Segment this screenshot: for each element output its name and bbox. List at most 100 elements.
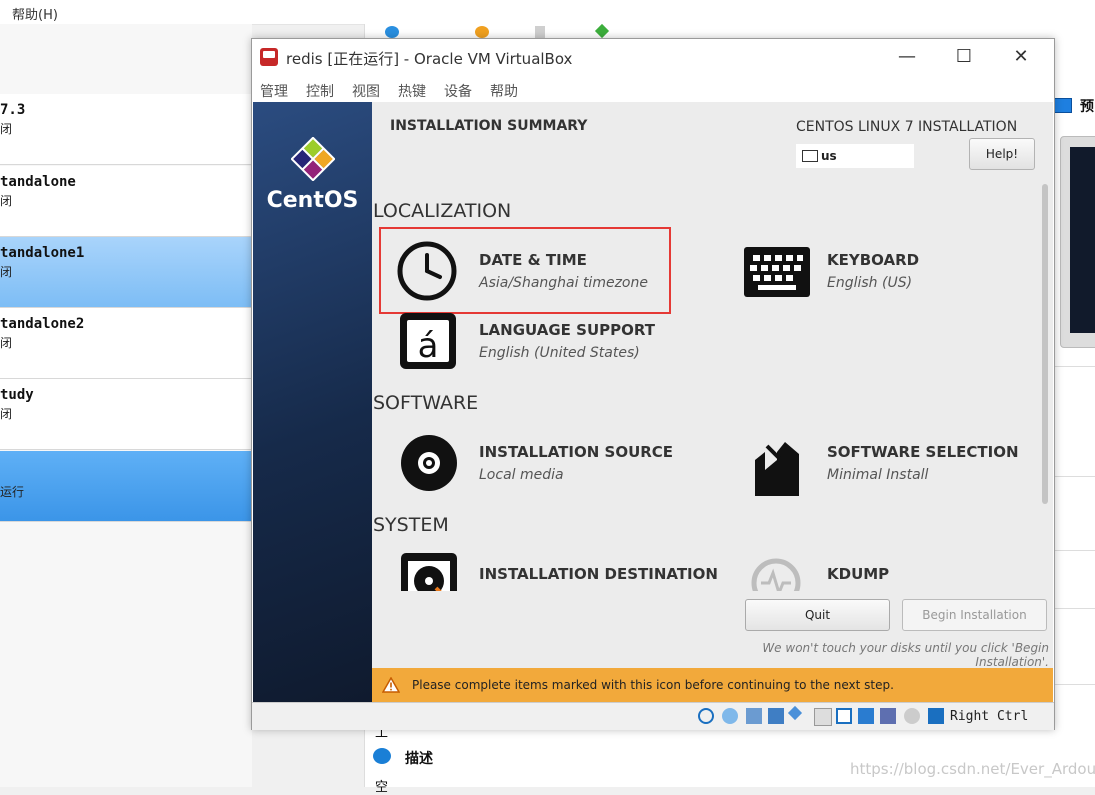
begin-installation-button[interactable]: Begin Installation bbox=[902, 599, 1047, 631]
vm-name: 7.3 bbox=[0, 102, 26, 118]
page-title: INSTALLATION SUMMARY bbox=[390, 118, 588, 134]
language-icon[interactable]: á bbox=[399, 312, 457, 370]
vm-name: tandalone2 bbox=[0, 316, 85, 332]
installation-source-spoke-status: Local media bbox=[479, 467, 564, 483]
window-titlebar[interactable]: redis [正在运行] - Oracle VM VirtualBox — ☐ … bbox=[252, 39, 1054, 75]
maximize-button[interactable]: ☐ bbox=[941, 41, 987, 73]
svg-text:á: á bbox=[418, 326, 439, 366]
warning-icon bbox=[382, 677, 400, 693]
vm-list-item[interactable]: tandalone 闭 bbox=[0, 166, 252, 237]
menu-control[interactable]: 控制 bbox=[306, 81, 334, 101]
preview-icon bbox=[1052, 98, 1072, 113]
keyboard-layout-indicator[interactable]: us bbox=[796, 144, 914, 168]
vm-status: 闭 bbox=[0, 265, 13, 279]
virtualization-status-icon[interactable] bbox=[880, 708, 896, 724]
vm-status: 闭 bbox=[0, 122, 13, 136]
manager-menubar: 帮助(H) bbox=[0, 0, 1095, 25]
virtualbox-app-icon bbox=[260, 48, 278, 66]
help-button[interactable]: Help! bbox=[969, 138, 1035, 170]
video-capture-status-icon[interactable] bbox=[858, 708, 874, 724]
guest-display[interactable]: CentOS INSTALLATION SUMMARY CENTOS LINUX… bbox=[253, 102, 1053, 702]
quit-button[interactable]: Quit bbox=[745, 599, 890, 631]
keyboard-spoke-status: English (US) bbox=[827, 275, 913, 291]
disc-icon[interactable] bbox=[400, 434, 458, 492]
preview-screen bbox=[1070, 147, 1095, 333]
date-time-spoke-name[interactable]: DATE & TIME bbox=[479, 251, 587, 269]
start-icon[interactable] bbox=[594, 23, 610, 39]
vm-window: redis [正在运行] - Oracle VM VirtualBox — ☐ … bbox=[251, 38, 1055, 730]
disk-note: We won't touch your disks until you clic… bbox=[762, 641, 1049, 669]
vm-status: 运行 bbox=[0, 485, 25, 499]
close-button[interactable]: ✕ bbox=[998, 41, 1044, 73]
section-localization: LOCALIZATION bbox=[373, 200, 512, 222]
vm-statusbar: Right Ctrl bbox=[252, 702, 1054, 730]
display-status-icon[interactable] bbox=[836, 708, 852, 724]
vm-status: 闭 bbox=[0, 336, 13, 350]
menu-manage[interactable]: 管理 bbox=[260, 81, 288, 101]
description-icon bbox=[373, 748, 391, 764]
divider bbox=[1052, 366, 1095, 367]
section-software: SOFTWARE bbox=[373, 392, 479, 414]
package-icon[interactable] bbox=[755, 440, 799, 496]
divider bbox=[1052, 608, 1095, 609]
kdump-icon[interactable] bbox=[751, 558, 801, 592]
installer-sidebar: CentOS bbox=[253, 102, 372, 702]
language-spoke-name[interactable]: LANGUAGE SUPPORT bbox=[479, 321, 655, 339]
audio-status-icon[interactable] bbox=[746, 708, 762, 724]
window-title: redis [正在运行] - Oracle VM VirtualBox bbox=[286, 50, 573, 68]
vm-list-item[interactable]: tudy 闭 bbox=[0, 379, 252, 450]
divider bbox=[1052, 550, 1095, 551]
vm-list-item[interactable]: tandalone1 闭 bbox=[0, 237, 252, 308]
detail-fragment: 空 bbox=[375, 780, 389, 795]
menu-hotkey[interactable]: 热键 bbox=[398, 81, 426, 101]
divider bbox=[1052, 476, 1095, 477]
product-title: CENTOS LINUX 7 INSTALLATION bbox=[796, 119, 1018, 135]
description-label: 描述 bbox=[405, 751, 433, 767]
manager-vm-list: 7.3 闭 tandalone 闭 tandalone1 闭 tandalone… bbox=[0, 24, 252, 787]
centos-logo-icon bbox=[291, 137, 335, 181]
divider bbox=[1052, 684, 1095, 685]
keyboard-small-icon bbox=[802, 150, 818, 162]
vm-name: tandalone bbox=[0, 174, 76, 190]
centos-brand: CentOS bbox=[266, 188, 359, 213]
vm-status: 闭 bbox=[0, 407, 13, 421]
vm-list-item-running[interactable]: 运行 bbox=[0, 451, 252, 522]
host-key-label: Right Ctrl bbox=[950, 709, 1029, 724]
software-selection-spoke-name[interactable]: SOFTWARE SELECTION bbox=[827, 443, 1019, 461]
menu-devices[interactable]: 设备 bbox=[444, 81, 472, 101]
keyboard-spoke-name[interactable]: KEYBOARD bbox=[827, 251, 919, 269]
keyboard-capture-icon[interactable] bbox=[928, 708, 944, 724]
shared-folders-status-icon[interactable] bbox=[814, 708, 832, 726]
settings-icon[interactable] bbox=[385, 26, 399, 38]
vm-name: tandalone1 bbox=[0, 245, 85, 261]
warning-text: Please complete items marked with this i… bbox=[412, 678, 894, 692]
menu-help[interactable]: 帮助 bbox=[490, 81, 518, 101]
section-system: SYSTEM bbox=[373, 514, 449, 536]
network-status-icon[interactable] bbox=[768, 708, 784, 724]
vm-name: tudy bbox=[0, 387, 34, 403]
keyboard-icon[interactable] bbox=[744, 247, 810, 297]
software-selection-spoke-status: Minimal Install bbox=[827, 467, 929, 483]
watermark: https://blog.csdn.net/Ever_Ardour bbox=[850, 760, 1095, 778]
mouse-integration-icon[interactable] bbox=[904, 708, 920, 724]
language-spoke-status: English (United States) bbox=[479, 345, 640, 361]
scrollbar[interactable] bbox=[1042, 184, 1048, 504]
date-time-spoke-status: Asia/Shanghai timezone bbox=[479, 275, 648, 291]
discard-icon[interactable] bbox=[535, 26, 545, 38]
hard-disk-icon[interactable] bbox=[400, 552, 458, 592]
minimize-button[interactable]: — bbox=[884, 41, 930, 73]
vm-list-item[interactable]: 7.3 闭 bbox=[0, 94, 252, 165]
installation-source-spoke-name[interactable]: INSTALLATION SOURCE bbox=[479, 443, 673, 461]
vm-list-item[interactable]: tandalone2 闭 bbox=[0, 308, 252, 379]
manager-help-menu[interactable]: 帮助(H) bbox=[12, 4, 58, 23]
warning-bar: Please complete items marked with this i… bbox=[372, 668, 1053, 702]
gear-icon[interactable] bbox=[475, 26, 489, 38]
hard-disk-status-icon[interactable] bbox=[698, 708, 714, 724]
kdump-spoke-name[interactable]: KDUMP bbox=[827, 565, 889, 583]
installation-destination-spoke-name[interactable]: INSTALLATION DESTINATION bbox=[479, 565, 718, 583]
clock-icon[interactable] bbox=[396, 240, 458, 302]
optical-drive-status-icon[interactable] bbox=[722, 708, 738, 724]
vm-status: 闭 bbox=[0, 194, 13, 208]
menu-view[interactable]: 视图 bbox=[352, 81, 380, 101]
usb-status-icon[interactable] bbox=[787, 705, 803, 721]
